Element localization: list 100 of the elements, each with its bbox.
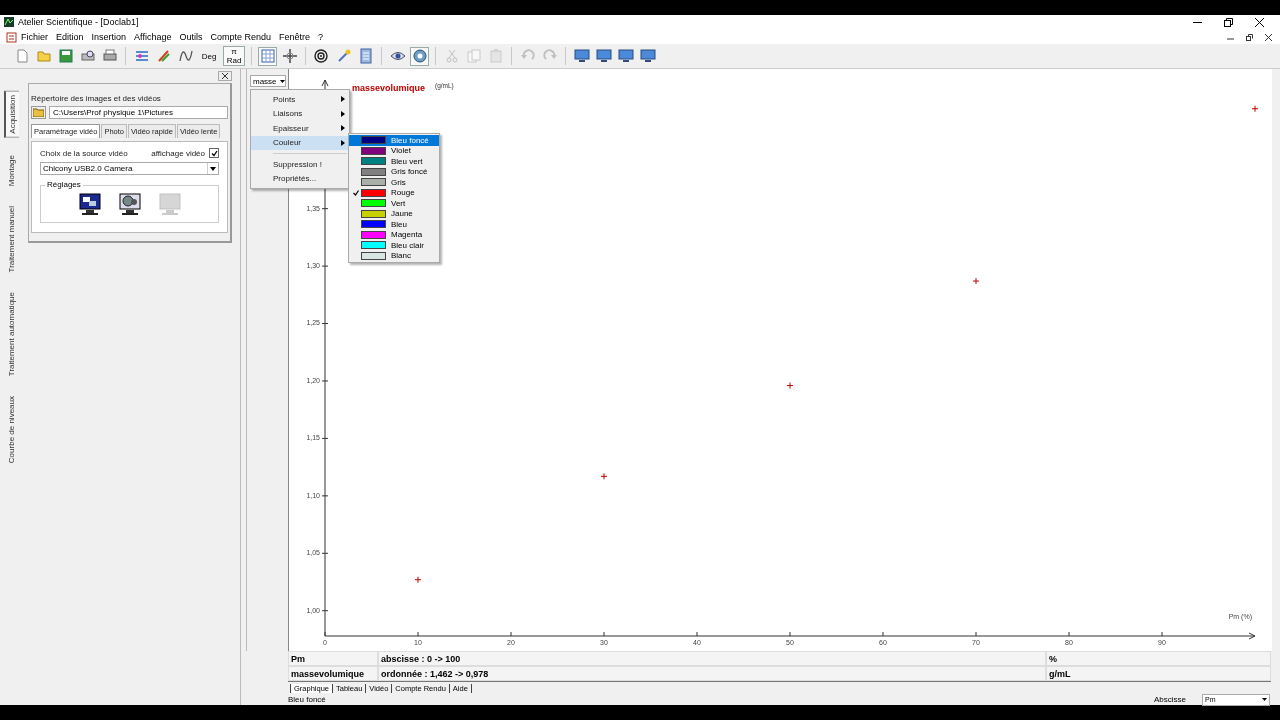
cut-icon	[443, 48, 460, 65]
context-menu-item[interactable]: Epaisseur	[251, 121, 349, 136]
sheet-icon	[357, 48, 374, 65]
monitor-icon	[78, 192, 102, 216]
info-cell: ordonnée : 1,462 -> 0,978	[378, 666, 1046, 681]
video-display-checkbox[interactable]	[209, 148, 219, 158]
target-icon	[313, 48, 330, 65]
settings-group-label: Réglages	[45, 180, 83, 189]
chart-title: massevolumique	[352, 83, 426, 93]
x-tick	[324, 631, 326, 637]
context-menu-item[interactable]: Couleur	[251, 135, 349, 150]
folder-path-field[interactable]: C:\Users\Prof physique 1\Pictures	[49, 106, 228, 119]
save-icon	[57, 48, 74, 65]
context-menu-item[interactable]: Points	[251, 92, 349, 107]
color-menu-item[interactable]: Blanc	[349, 250, 439, 261]
x-tick	[603, 631, 605, 637]
menu-item[interactable]: Compte Rendu	[206, 31, 275, 44]
monitor-icon	[595, 48, 612, 65]
side-tab[interactable]: Traitement automatique	[4, 289, 18, 380]
menu-item[interactable]: Fenêtre	[275, 31, 315, 44]
menu-item[interactable]: ?	[314, 31, 328, 44]
x-tick	[882, 631, 884, 637]
y-tick	[321, 323, 329, 325]
dropdown-arrow-icon	[210, 166, 216, 171]
browse-folder-button[interactable]	[31, 106, 46, 119]
close-icon[interactable]	[1265, 33, 1272, 41]
info-cell: abscisse : 0 -> 100	[378, 651, 1046, 666]
video-source-dropdown[interactable]: Chicony USB2.0 Camera	[40, 162, 219, 175]
window-title: Atelier Scientifique - [Doclab1]	[18, 17, 140, 28]
info-cell: massevolumique	[288, 666, 378, 681]
folder-label: Répertoire des images et des vidéos	[31, 94, 162, 103]
restore-icon[interactable]	[1224, 17, 1233, 27]
monitor-button[interactable]	[117, 192, 143, 216]
x-tick	[417, 631, 419, 637]
x-tick	[975, 631, 977, 637]
paste-icon	[487, 48, 504, 65]
status-message: Bleu foncé	[288, 695, 327, 704]
side-tab[interactable]: Montage	[4, 151, 18, 189]
menu-item[interactable]: Fichier	[17, 31, 52, 44]
y-tick	[321, 495, 329, 497]
y-tick	[321, 437, 329, 439]
x-tick	[1161, 631, 1163, 637]
close-icon[interactable]	[218, 71, 232, 81]
copy-icon	[465, 48, 482, 65]
context-menu-item[interactable]: Propriétés...	[251, 171, 349, 186]
angle-unit-button[interactable]: Deg	[198, 46, 220, 67]
info-cell: g/mL	[1046, 666, 1271, 681]
color-menu-item[interactable]: Bleu vert	[349, 156, 439, 167]
color-menu-item[interactable]: Jaune	[349, 208, 439, 219]
curve-dropdown[interactable]: masse	[250, 75, 286, 87]
monitor-icon	[158, 192, 182, 216]
color-menu-item[interactable]: Violet	[349, 145, 439, 156]
info-cell: %	[1046, 651, 1271, 666]
monitor-icon	[573, 48, 590, 65]
folder-icon	[35, 48, 52, 65]
color-menu-item[interactable]: Rouge	[349, 187, 439, 198]
side-tab[interactable]: Traitement manuel	[4, 202, 18, 276]
y-tick	[321, 208, 329, 210]
toolbar-button[interactable]	[410, 46, 429, 66]
menu-item[interactable]: Affichage	[130, 31, 176, 44]
angle-unit-button[interactable]: π Rad	[223, 46, 245, 67]
y-tick	[321, 552, 329, 554]
monitor-icon	[617, 48, 634, 65]
toolbar-button[interactable]	[312, 46, 331, 66]
abscissa-label: Abscisse	[1154, 695, 1186, 704]
menu-item[interactable]: Outils	[175, 31, 207, 44]
color-menu-item[interactable]: Gris foncé	[349, 166, 439, 177]
color-menu-item[interactable]: Gris	[349, 177, 439, 188]
dropdown-arrow-icon	[280, 79, 285, 83]
side-tab[interactable]: Acquisition	[3, 91, 19, 138]
color-menu-item[interactable]: Bleu clair	[349, 240, 439, 251]
grid-icon	[259, 48, 276, 65]
document-icon[interactable]	[6, 31, 17, 43]
restore-icon[interactable]	[1246, 33, 1253, 41]
info-cell: Pm	[288, 651, 378, 666]
x-tick	[696, 631, 698, 637]
color-menu-item[interactable]: Magenta	[349, 229, 439, 240]
monitor-icon	[639, 48, 656, 65]
source-label: Choix de la source vidéo	[40, 148, 128, 158]
y-tick	[321, 610, 329, 612]
x-tick	[1068, 631, 1070, 637]
context-menu-item[interactable]: Suppression !	[251, 157, 349, 172]
folder-icon	[33, 108, 44, 117]
color-menu-item[interactable]: Bleu	[349, 219, 439, 230]
crosshair-icon	[281, 48, 298, 65]
context-menu-item[interactable]: Liaisons	[251, 106, 349, 121]
x-tick	[510, 631, 512, 637]
webcam-icon	[411, 48, 428, 65]
side-tab[interactable]: Courbe de niveaux	[4, 393, 18, 467]
app-icon	[4, 17, 14, 28]
menu-item[interactable]: Insertion	[87, 31, 131, 44]
menu-item[interactable]: Edition	[52, 31, 88, 44]
y-tick	[321, 380, 329, 382]
monitor-button[interactable]	[77, 192, 103, 216]
monitor-icon	[118, 192, 142, 216]
color-menu-item[interactable]: Vert	[349, 198, 439, 209]
close-icon[interactable]	[1255, 17, 1264, 27]
color-menu-item[interactable]: Bleu foncé	[349, 135, 439, 146]
video-display-label: affichage vidéo	[151, 148, 205, 158]
dropdown-arrow-icon	[1262, 698, 1267, 701]
